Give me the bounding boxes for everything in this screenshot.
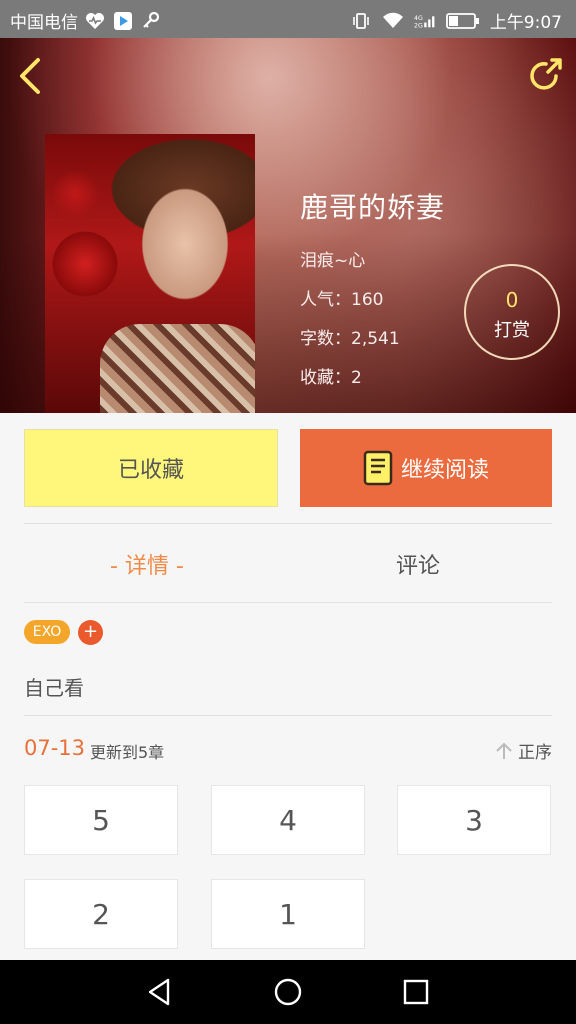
system-navigation-bar [0,960,576,1024]
wifi-icon [382,11,404,31]
book-info: 鹿哥的娇妻 泪痕~心 人气：160 字数：2,541 收藏：2 [300,186,445,402]
book-popularity: 人气：160 [300,290,384,310]
book-description: 自己看 [24,676,84,700]
cover-figure [100,324,255,413]
update-info: 07-13 更新到5章 正序 [24,736,552,764]
divider [24,602,552,603]
tip-label: 打赏 [494,320,530,341]
status-bar: 中国电信 4G 2G 上午9:07 [0,0,576,38]
collected-label: 已收藏 [117,458,184,483]
tab-comments[interactable]: 评论 [396,548,440,580]
update-text: 更新到5章 [90,743,165,762]
back-button[interactable] [14,56,48,96]
nav-back-icon[interactable] [142,974,178,1010]
tip-button[interactable]: 0 打赏 [464,264,560,360]
key-icon [140,11,162,31]
arrow-up-icon [496,742,512,759]
continue-reading-label: 继续阅读 [400,458,489,483]
nav-recents-icon[interactable] [398,974,434,1010]
battery-icon [445,11,480,31]
book-favorites: 收藏：2 [300,368,362,388]
nav-home-icon[interactable] [270,974,306,1010]
divider [24,523,552,524]
add-tag-button[interactable]: + [78,620,103,645]
svg-text:4G: 4G [414,15,423,22]
health-heart-icon [84,11,106,31]
book-cover-image [45,134,255,413]
update-date: 07-13 [24,736,86,760]
sort-order-button[interactable]: 正序 [494,738,552,763]
clock-label: 上午9:07 [489,13,562,33]
share-button[interactable] [526,56,564,94]
book-title: 鹿哥的娇妻 [300,191,446,224]
chapter-button[interactable]: 5 [24,785,178,855]
svg-text:2G: 2G [414,22,423,29]
tab-details[interactable]: - 详情 - [110,548,184,580]
book-header-banner: 鹿哥的娇妻 泪痕~心 人气：160 字数：2,541 收藏：2 0 打赏 [0,38,576,413]
book-word-count: 字数：2,541 [300,329,400,349]
book-read-icon [363,450,393,486]
chapter-button[interactable]: 4 [211,785,365,855]
chevron-left-icon [20,58,40,94]
sort-order-label: 正序 [518,743,552,763]
book-author[interactable]: 泪痕~心 [300,246,445,271]
signal-4g-icon: 4G 2G [414,11,436,31]
chapter-button[interactable]: 2 [24,879,178,949]
carrier-label: 中国电信 [10,13,78,33]
chapter-button[interactable]: 3 [397,785,551,855]
refresh-share-icon [530,58,562,90]
chapter-button[interactable]: 1 [211,879,365,949]
collected-button[interactable]: 已收藏 [24,429,278,507]
continue-reading-button[interactable]: 继续阅读 [300,429,552,507]
play-store-icon [112,11,134,31]
tag-chip[interactable]: EXO [24,620,70,644]
tip-count: 0 [505,288,519,312]
vibrate-icon [350,11,372,31]
divider [24,715,552,716]
